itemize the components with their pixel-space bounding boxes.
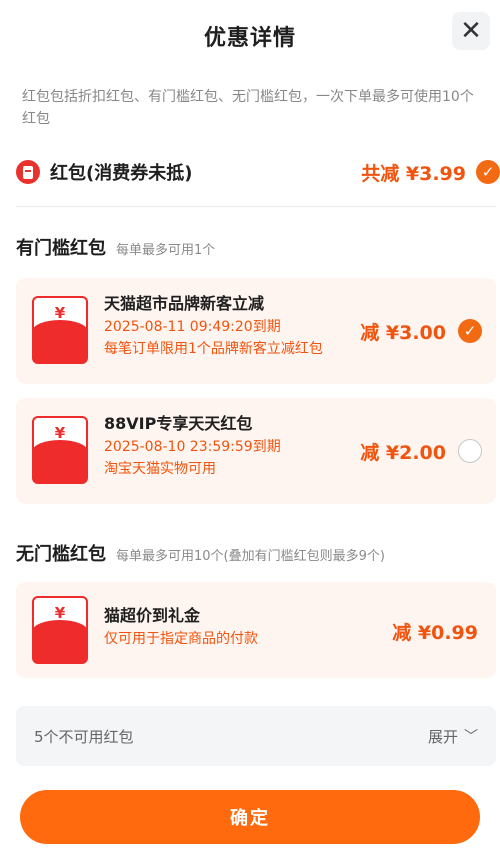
close-icon: ✕ bbox=[460, 16, 482, 46]
coupon-rule: 每笔订单限用1个品牌新客立减红包 bbox=[104, 341, 323, 357]
coupon-card-tmall-new-customer[interactable]: ¥ 天猫超市品牌新客立减 2025-08-11 09:49:20到期 每笔订单限… bbox=[16, 278, 496, 384]
coupon-amount: 减 ¥2.00 bbox=[360, 442, 446, 464]
expand-link[interactable]: 展开 bbox=[428, 726, 458, 747]
threshold-section-header: 有门槛红包 每单最多可用1个 bbox=[16, 234, 215, 260]
coupon-radio-unchecked[interactable] bbox=[458, 439, 482, 463]
chevron-down-icon: ﹀ bbox=[464, 729, 478, 745]
section-title: 无门槛红包 bbox=[16, 544, 106, 565]
section-subtitle: 每单最多可用1个 bbox=[116, 243, 216, 258]
description-text: 红包包括折扣红包、有门槛红包、无门槛红包，一次下单最多可使用10个红包 bbox=[22, 89, 474, 127]
coupon-amount: 减 ¥0.99 bbox=[392, 622, 478, 644]
section-subtitle: 每单最多可用10个(叠加有门槛红包则最多9个) bbox=[116, 549, 385, 564]
page-title: 优惠详情 bbox=[203, 26, 296, 51]
summary-row[interactable]: 红包(消费券未抵) 共减 ¥3.99 ✓ bbox=[16, 152, 500, 192]
coupon-expiry: 2025-08-10 23:59:59到期 bbox=[104, 439, 281, 455]
coupon-title: 88VIP专享天天红包 bbox=[104, 414, 253, 433]
coupon-rule: 淘宝天猫实物可用 bbox=[104, 461, 216, 477]
unavailable-coupons-row[interactable]: 5个不可用红包 展开 ﹀ bbox=[16, 706, 496, 766]
coupon-rule: 仅可用于指定商品的付款 bbox=[104, 631, 258, 647]
no-threshold-section-header: 无门槛红包 每单最多可用10个(叠加有门槛红包则最多9个) bbox=[16, 540, 385, 566]
header: 优惠详情 ✕ bbox=[0, 0, 500, 72]
unavailable-label: 5个不可用红包 bbox=[34, 727, 134, 746]
section-title: 有门槛红包 bbox=[16, 238, 106, 259]
coupon-title: 天猫超市品牌新客立减 bbox=[104, 294, 265, 313]
confirm-button[interactable]: 确定 bbox=[20, 790, 480, 844]
red-packet-icon bbox=[16, 160, 40, 184]
summary-label: 红包(消费券未抵) bbox=[50, 163, 193, 184]
close-button[interactable]: ✕ bbox=[452, 12, 490, 50]
red-envelope-icon: ¥ bbox=[32, 596, 88, 664]
coupon-card-cat-price-gift[interactable]: ¥ 猫超价到礼金 仅可用于指定商品的付款 减 ¥0.99 bbox=[16, 582, 496, 678]
coupon-title: 猫超价到礼金 bbox=[104, 606, 201, 625]
summary-total: 共减 ¥3.99 bbox=[361, 162, 466, 185]
red-envelope-icon: ¥ bbox=[32, 296, 88, 364]
red-envelope-icon: ¥ bbox=[32, 416, 88, 484]
coupon-expiry: 2025-08-11 09:49:20到期 bbox=[104, 319, 281, 335]
divider bbox=[16, 206, 496, 207]
coupon-card-88vip[interactable]: ¥ 88VIP专享天天红包 2025-08-10 23:59:59到期 淘宝天猫… bbox=[16, 398, 496, 504]
coupon-check-icon[interactable]: ✓ bbox=[458, 319, 482, 343]
coupon-amount: 减 ¥3.00 bbox=[360, 322, 446, 344]
summary-check-icon[interactable]: ✓ bbox=[476, 160, 500, 184]
